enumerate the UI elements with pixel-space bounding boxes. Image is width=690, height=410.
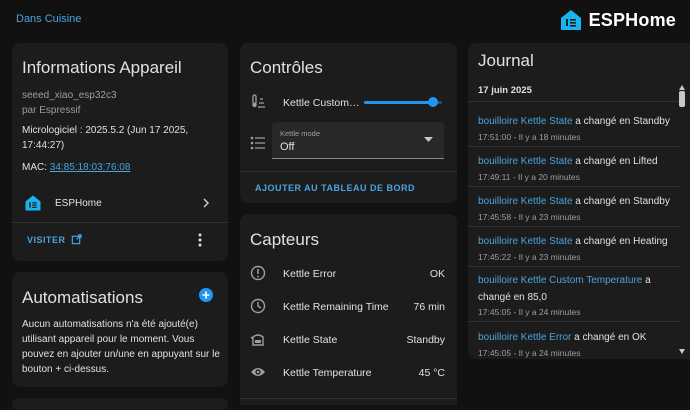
controls-card: Contrôles Kettle Custom… Kettle mode Off…	[240, 43, 457, 203]
esphome-logo-icon	[560, 10, 581, 30]
controls-title: Contrôles	[250, 58, 323, 77]
sensor-value: 45 °C	[418, 367, 445, 379]
journal-time: 17:45:05 - Il y a 24 minutes	[478, 348, 581, 358]
mac-row: MAC: 34:85:18:03:76:08	[22, 162, 130, 173]
select-label: Kettle mode	[280, 129, 321, 138]
visit-button[interactable]: VISITER	[27, 234, 82, 245]
journal-entry[interactable]: bouilloire Kettle State a changé en Heat…	[478, 231, 678, 262]
device-info-divider	[12, 222, 228, 223]
firmware-line-2: 17:44:27)	[22, 140, 65, 151]
sensor-label: Kettle Error	[283, 268, 337, 280]
journal-message: a changé en Standby	[572, 116, 670, 127]
sensor-value: Standby	[406, 334, 445, 346]
journal-entry[interactable]: bouilloire Kettle State a changé en Stan…	[478, 111, 678, 142]
add-automation-button[interactable]	[199, 288, 213, 302]
journal-time: 17:45:22 - Il y a 23 minutes	[478, 252, 581, 262]
journal-message: a changé en Standby	[572, 196, 670, 207]
journal-time: 17:45:05 - Il y a 24 minutes	[478, 307, 581, 317]
journal-divider	[468, 146, 680, 147]
device-manufacturer: par Espressif	[22, 105, 81, 116]
sensor-row[interactable]: Kettle Temperature 45 °C	[240, 363, 457, 383]
journal-scrollbar-track[interactable]	[679, 85, 685, 357]
sensor-row[interactable]: Kettle State Standby	[240, 330, 457, 350]
slider-thumb[interactable]	[427, 97, 438, 107]
sensor-label: Kettle Temperature	[283, 367, 372, 379]
device-info-title: Informations Appareil	[22, 58, 182, 77]
sensor-row[interactable]: Kettle Error OK	[240, 264, 457, 284]
journal-entry[interactable]: bouilloire Kettle State a changé en Stan…	[478, 191, 678, 222]
esphome-integration-icon	[25, 195, 41, 211]
thermometer-kettle-icon	[252, 94, 265, 108]
journal-message: a changé en OK	[571, 332, 647, 343]
clock-icon	[250, 298, 266, 314]
journal-message: a changé en Lifted	[572, 156, 658, 167]
list-icon	[250, 136, 265, 150]
journal-entry[interactable]: bouilloire Kettle Custom Temperature a c…	[478, 271, 674, 320]
automations-body: Aucun automatisations n'a été ajouté(e) …	[22, 319, 220, 375]
controls-divider	[240, 171, 457, 172]
journal-entity-link[interactable]: bouilloire Kettle Error	[478, 332, 571, 343]
alert-circle-icon	[250, 265, 266, 281]
journal-divider	[468, 266, 680, 267]
external-link-icon	[71, 234, 82, 245]
sensor-value: OK	[429, 268, 445, 280]
journal-entry[interactable]: bouilloire Kettle Error a changé en OK 1…	[478, 327, 678, 358]
journal-divider	[468, 321, 680, 322]
sensors-bottom-divider	[240, 398, 457, 399]
sensor-label: Kettle Remaining Time	[283, 301, 389, 313]
add-to-dashboard-button[interactable]: AJOUTER AU TABLEAU DE BORD	[255, 183, 415, 193]
sensors-card: Capteurs Kettle Error OK Kettle Remainin…	[240, 214, 457, 405]
journal-title: Journal	[478, 51, 534, 70]
brand-name: ESPHome	[588, 9, 676, 30]
journal-entry[interactable]: bouilloire Kettle State a changé en Lift…	[478, 151, 678, 182]
breadcrumb-area[interactable]: Dans Cuisine	[16, 13, 81, 25]
automations-title: Automatisations	[22, 288, 143, 307]
sensors-title: Capteurs	[250, 230, 319, 249]
dropdown-arrow-icon	[424, 137, 433, 142]
journal-time: 17:45:58 - Il y a 23 minutes	[478, 212, 581, 222]
journal-divider	[468, 186, 680, 187]
journal-date: 17 juin 2025	[478, 85, 532, 96]
temperature-slider[interactable]	[364, 96, 442, 108]
journal-divider	[468, 226, 680, 227]
scroll-up-icon[interactable]	[679, 85, 685, 90]
integration-name: ESPHome	[55, 198, 102, 209]
firmware-line-1: Micrologiciel : 2025.5.2 (Jun 17 2025,	[22, 125, 189, 136]
journal-scrollbar-thumb[interactable]	[679, 91, 685, 107]
device-model: seeed_xiao_esp32c3	[22, 90, 117, 101]
automations-card: Automatisations Aucun automatisations n'…	[12, 272, 228, 387]
sensor-row[interactable]: Kettle Remaining Time 76 min	[240, 297, 457, 317]
slider-label: Kettle Custom…	[283, 97, 359, 109]
journal-entity-link[interactable]: bouilloire Kettle State	[478, 196, 573, 207]
sensor-label: Kettle State	[283, 334, 338, 346]
chevron-right-icon	[203, 198, 210, 208]
journal-list[interactable]: bouilloire Kettle State a changé en Stan…	[468, 101, 680, 359]
more-vertical-icon[interactable]	[196, 233, 204, 247]
brand: ESPHome	[559, 8, 676, 32]
visit-label: VISITER	[27, 234, 66, 245]
scroll-down-icon[interactable]	[679, 349, 685, 354]
mac-label: MAC:	[22, 162, 50, 173]
kettle-icon	[250, 334, 264, 346]
device-extra-card	[12, 398, 228, 410]
journal-entity-link[interactable]: bouilloire Kettle State	[478, 116, 573, 127]
select-value: Off	[280, 141, 295, 153]
journal-time: 17:51:00 - Il y a 18 minutes	[478, 132, 581, 142]
journal-message: a changé en Heating	[572, 236, 668, 247]
top-bar: Dans Cuisine ESPHome	[0, 0, 690, 40]
journal-card: Journal 17 juin 2025 bouilloire Kettle S…	[468, 43, 690, 359]
mac-link[interactable]: 34:85:18:03:76:08	[50, 162, 131, 173]
integration-row[interactable]: ESPHome	[12, 191, 228, 215]
sensor-value: 76 min	[413, 301, 445, 313]
journal-entity-link[interactable]: bouilloire Kettle State	[478, 236, 573, 247]
kettle-mode-select[interactable]: Kettle mode Off	[272, 122, 444, 159]
device-info-card: Informations Appareil seeed_xiao_esp32c3…	[12, 43, 228, 261]
journal-entity-link[interactable]: bouilloire Kettle State	[478, 156, 573, 167]
slider-fill	[364, 101, 433, 104]
journal-entity-link[interactable]: bouilloire Kettle Custom Temperature	[478, 275, 642, 286]
journal-time: 17:49:11 - Il y a 20 minutes	[478, 172, 580, 182]
eye-icon	[251, 368, 265, 376]
